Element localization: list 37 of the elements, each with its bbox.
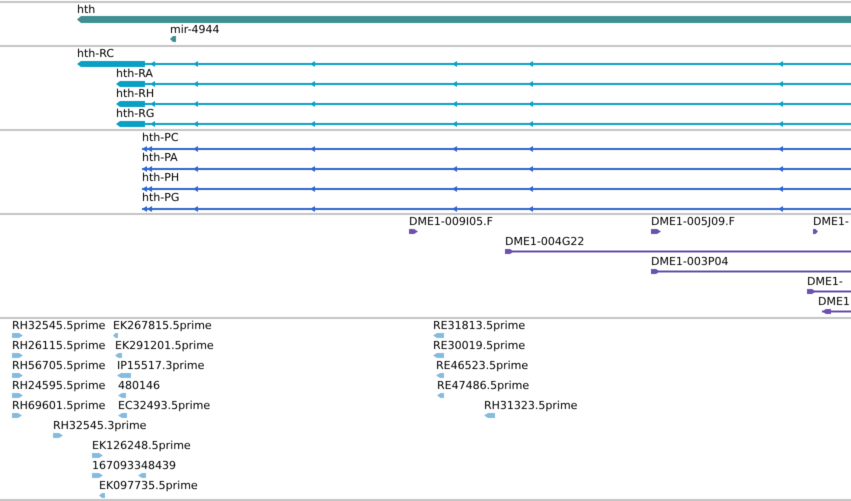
feature-label: EK291201.5prime (115, 339, 214, 352)
feature-label: EK267815.5prime (113, 319, 212, 332)
feature-label: 167093348439 (92, 459, 176, 472)
feature-label: hth (77, 3, 96, 16)
feature-label: RH31323.5prime (484, 399, 578, 412)
feature-label: DME1-009I05.F (409, 215, 493, 228)
feature-label: hth-RH (116, 87, 154, 100)
feature-label: RH32545.5prime (12, 319, 106, 332)
feature-label: RE46523.5prime (436, 359, 528, 372)
feature-label: hth-RA (116, 67, 153, 80)
feature-label: RE31813.5prime (433, 319, 526, 332)
feature-label: DME1 (818, 295, 850, 308)
feature-label: DME1- (807, 275, 843, 288)
feature-label: IP15517.3prime (117, 359, 204, 372)
feature-label: hth-PC (142, 131, 179, 144)
feature-label: RH69601.5prime (12, 399, 106, 412)
feature-label: RH32545.3prime (53, 419, 146, 432)
feature-label: 480146 (118, 379, 160, 392)
feature-label: RE30019.5prime (433, 339, 526, 352)
feature-label: hth-PA (142, 151, 178, 164)
feature-label: RH56705.5prime (12, 359, 106, 372)
feature-label: hth-RC (77, 47, 114, 60)
feature-label: DME1-004G22 (505, 235, 584, 248)
feature-label: EK126248.5prime (92, 439, 191, 452)
feature-label: hth-PH (142, 171, 180, 184)
feature-label: DME1-003P04 (651, 255, 729, 268)
feature-label: hth-PG (142, 191, 180, 204)
feature-label: hth-RG (116, 107, 154, 120)
est-glyph (138, 473, 146, 478)
feature-label: DME1- (813, 215, 849, 228)
feature-label: RH24595.5prime (12, 379, 106, 392)
feature-label: RH26115.5prime (12, 339, 106, 352)
feature-label: EK097735.5prime (99, 479, 198, 492)
feature-label: RE47486.5prime (437, 379, 530, 392)
feature-label: EC32493.5prime (118, 399, 210, 412)
feature-label: mir-4944 (170, 23, 220, 36)
feature-label: DME1-005J09.F (651, 215, 735, 228)
